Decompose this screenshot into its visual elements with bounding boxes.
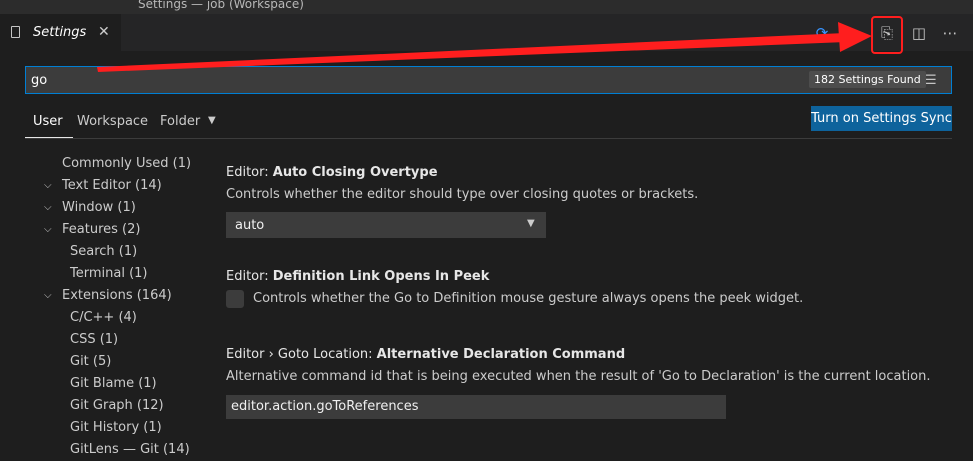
- search-value: go: [31, 73, 48, 88]
- tab-folder[interactable]: Folder: [160, 114, 200, 129]
- toc-item[interactable]: Terminal (1): [70, 263, 148, 285]
- setting-title: Editor: Definition Link Opens In Peek: [226, 269, 490, 284]
- setting-description: Controls whether the Go to Definition mo…: [253, 291, 804, 306]
- toc-item[interactable]: ⌵ Features (2): [44, 219, 140, 241]
- run-icon[interactable]: ▷: [844, 24, 864, 42]
- filter-icon[interactable]: ☰: [925, 73, 937, 88]
- toc-item[interactable]: C/C++ (4): [70, 307, 137, 329]
- toc-item[interactable]: Git (5): [70, 351, 111, 373]
- tab-user[interactable]: User: [33, 114, 63, 129]
- chevron-down-icon: ▼: [527, 218, 535, 229]
- toc-item[interactable]: Git Blame (1): [70, 373, 157, 395]
- split-editor-icon[interactable]: ◫: [909, 24, 929, 42]
- chevron-down-icon: ⌵: [44, 290, 52, 301]
- setting-title: Editor › Goto Location: Alternative Decl…: [226, 347, 626, 362]
- title-bar: Settings — job (Workspace): [0, 0, 973, 14]
- close-icon[interactable]: ✕: [98, 24, 110, 40]
- toc-item[interactable]: CSS (1): [70, 329, 118, 351]
- setting-description: Alternative command id that is being exe…: [226, 369, 931, 384]
- toc-item[interactable]: ⌵ Extensions (164): [44, 285, 172, 307]
- settings-search-input[interactable]: go 182 Settings Found ☰: [25, 66, 952, 94]
- file-icon: [11, 26, 20, 38]
- window-title: Settings — job (Workspace): [138, 0, 304, 11]
- chevron-down-icon: ⌵: [44, 202, 52, 213]
- toc-item[interactable]: Commonly Used (1): [62, 153, 191, 175]
- definition-link-peek-checkbox[interactable]: [226, 290, 244, 308]
- chevron-down-icon[interactable]: ▼: [208, 115, 216, 126]
- divider: [25, 138, 952, 139]
- editor-tab-bar: Settings ✕ ⟳ ▷ ⎘ ◫ ⋯: [0, 14, 973, 51]
- toc-item[interactable]: GitLens — Git (14): [70, 439, 190, 461]
- auto-closing-overtype-select[interactable]: auto ▼: [226, 212, 546, 238]
- sync-icon[interactable]: ⟳: [812, 24, 832, 42]
- toc-item[interactable]: ⌵ Text Editor (14): [44, 175, 162, 197]
- setting-description: Controls whether the editor should type …: [226, 187, 699, 202]
- turn-on-settings-sync-button[interactable]: Turn on Settings Sync: [811, 106, 952, 131]
- alternative-declaration-command-input[interactable]: editor.action.goToReferences: [226, 395, 726, 419]
- results-count-badge: 182 Settings Found: [809, 71, 926, 88]
- toc-item[interactable]: Git History (1): [70, 417, 162, 439]
- setting-title: Editor: Auto Closing Overtype: [226, 165, 438, 180]
- toc-item[interactable]: ⌵ Window (1): [44, 197, 136, 219]
- chevron-down-icon: ⌵: [44, 180, 52, 191]
- tab-workspace[interactable]: Workspace: [77, 114, 148, 129]
- toc-item[interactable]: Git Graph (12): [70, 395, 164, 417]
- tab-label: Settings: [33, 25, 87, 40]
- more-actions-icon[interactable]: ⋯: [940, 24, 960, 42]
- highlight-box: [871, 16, 903, 54]
- chevron-down-icon: ⌵: [44, 224, 52, 235]
- tab-settings[interactable]: Settings ✕: [0, 14, 121, 51]
- toc-item[interactable]: Search (1): [70, 241, 137, 263]
